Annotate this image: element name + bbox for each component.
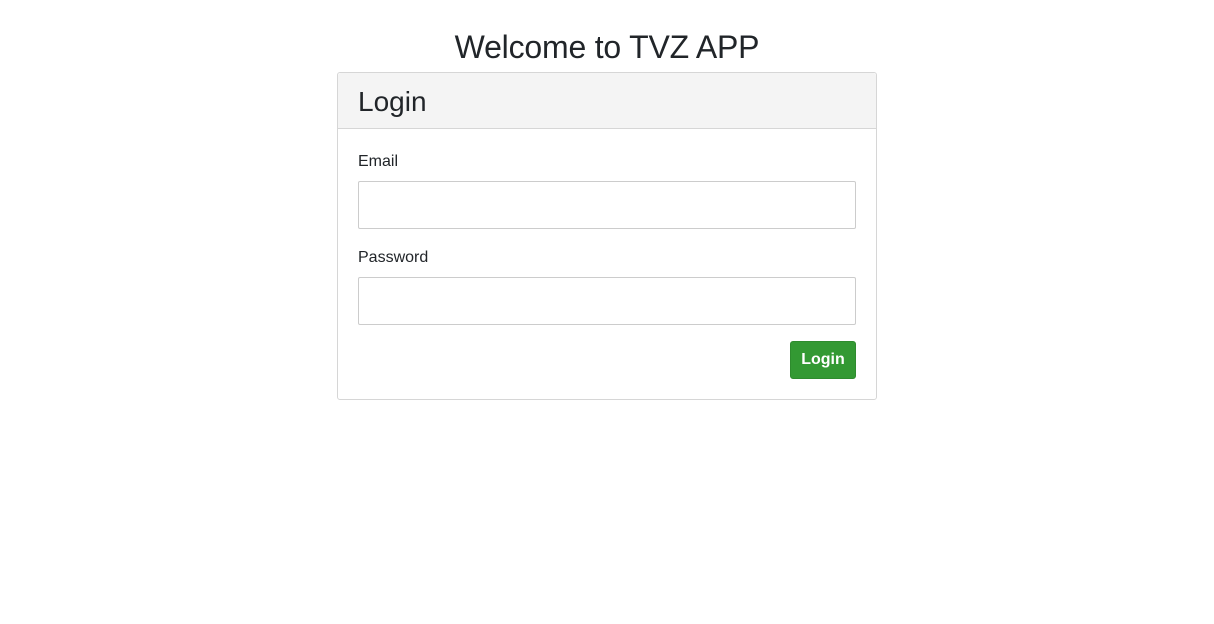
password-field[interactable] (358, 277, 856, 325)
password-label: Password (358, 249, 429, 266)
login-card-title: Login (358, 85, 427, 117)
login-card: Login Email Password Login (337, 72, 877, 400)
login-card-header: Login (338, 73, 876, 129)
login-page: Welcome to TVZ APP Login Email Password … (0, 0, 1214, 624)
email-field[interactable] (358, 181, 856, 229)
email-label: Email (358, 153, 399, 170)
page-title: Welcome to TVZ APP (454, 29, 760, 65)
login-button[interactable]: Login (790, 341, 856, 379)
